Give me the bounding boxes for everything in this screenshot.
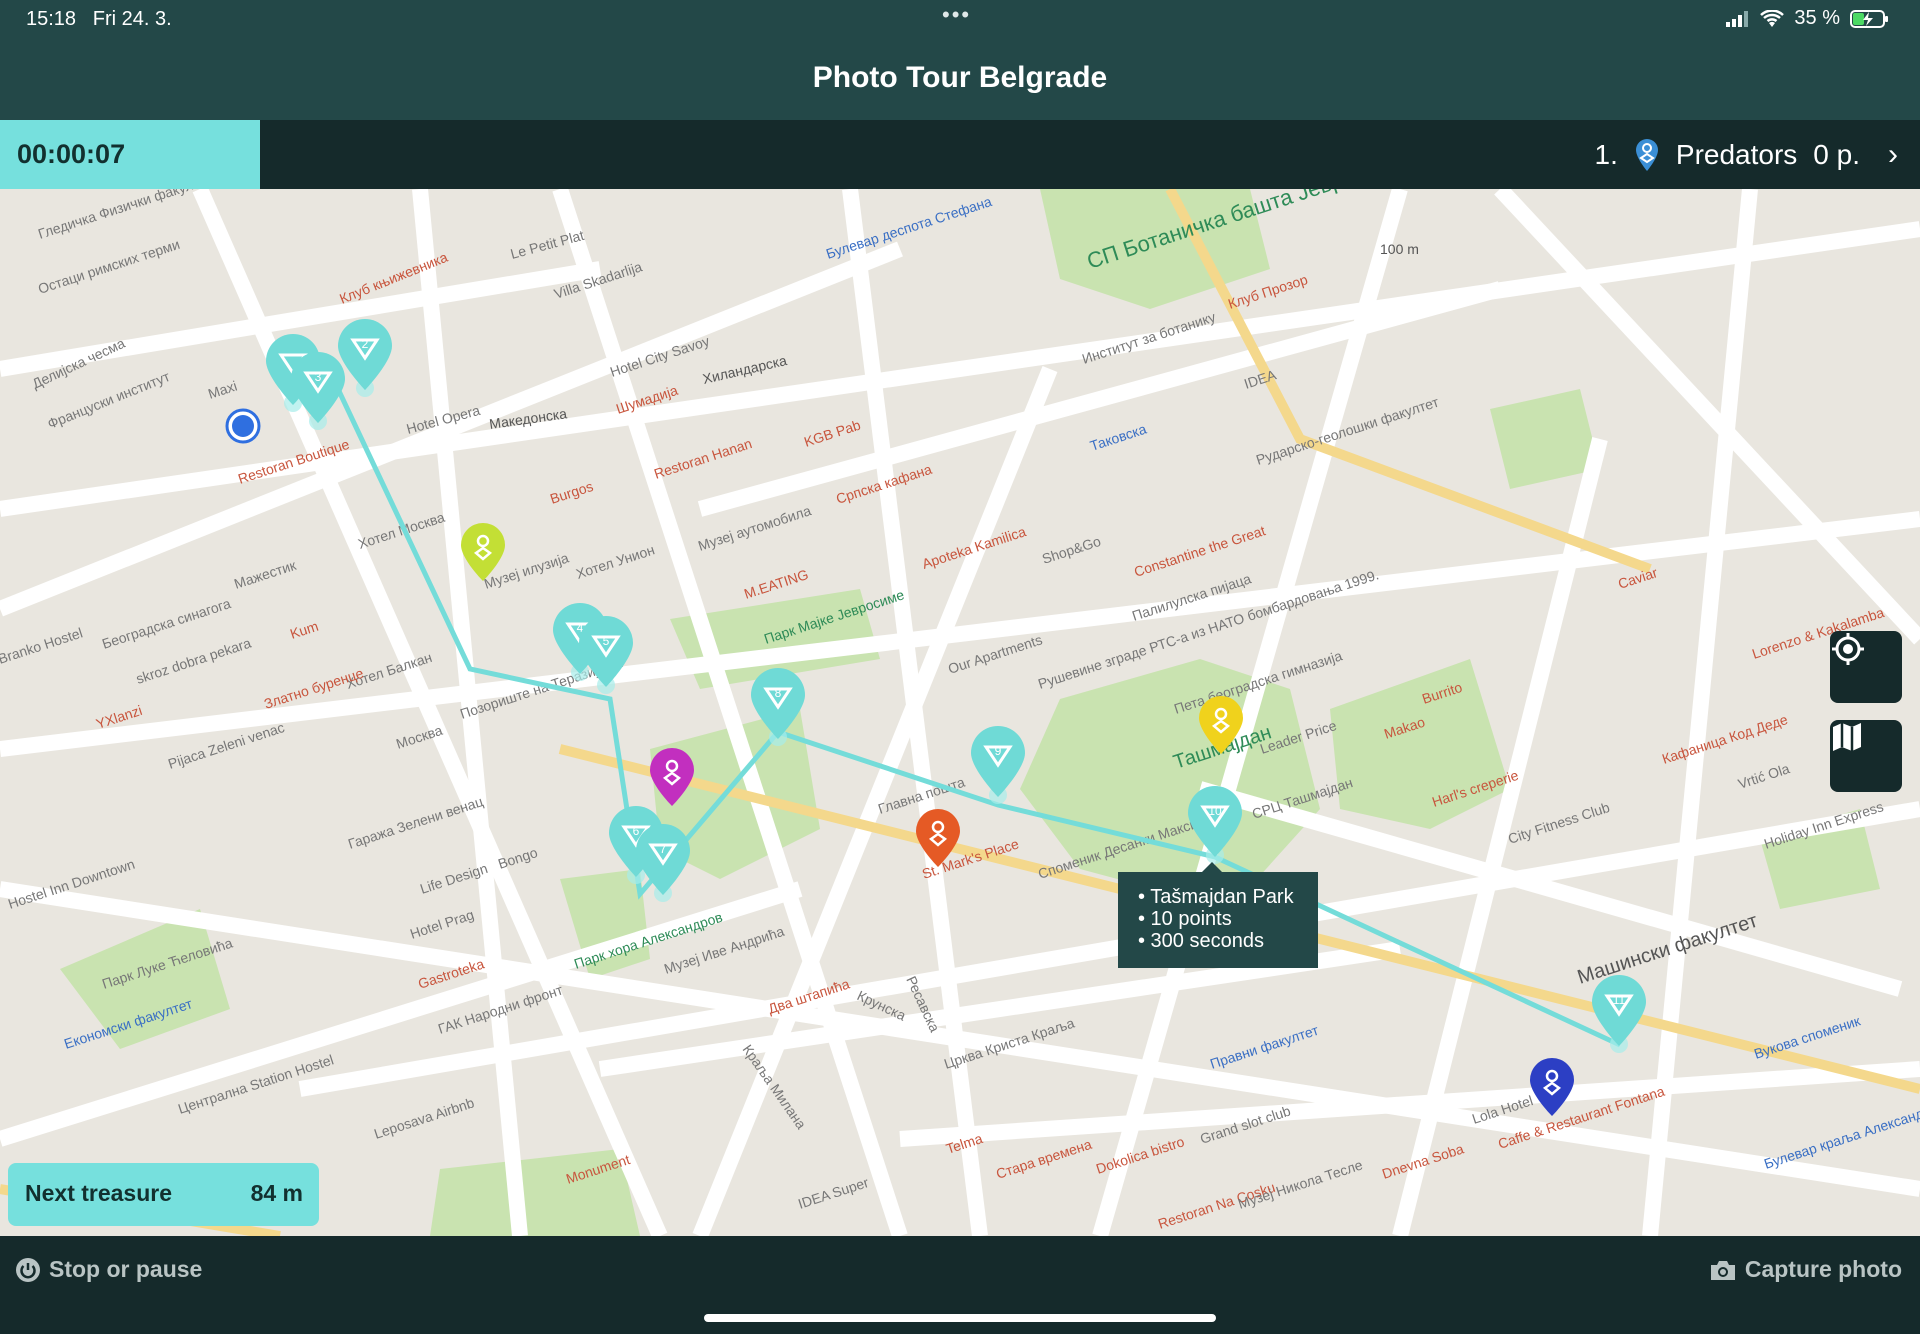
multitask-dots[interactable]: •••: [942, 2, 971, 28]
map-label: Кафаница Код Деде: [1660, 711, 1790, 767]
map-mode-button[interactable]: [1830, 720, 1902, 792]
map-label: Хотел Москва: [356, 509, 447, 552]
tooltip-title: • Tašmajdan Park: [1138, 886, 1294, 908]
map-label: Shop&Go: [1040, 533, 1103, 567]
treasure-number: 10: [1208, 804, 1222, 818]
map-label: Мажестик: [232, 557, 299, 592]
treasure-number: 8: [775, 686, 782, 700]
treasure-number: 6: [633, 824, 640, 838]
map-label: Vrtić Ola: [1736, 760, 1792, 792]
team-rank: 1.: [1594, 138, 1618, 170]
next-treasure-label: Next treasure: [25, 1180, 173, 1206]
map-label: Гаража Зелени венац: [346, 793, 485, 852]
locate-button[interactable]: [1830, 631, 1902, 703]
elapsed-timer: 00:00:07: [0, 120, 260, 189]
status-right: 35 %: [1726, 7, 1890, 30]
map-label: Гледичка Физички факултет: [36, 189, 215, 242]
map-label: M.EATING: [742, 566, 810, 602]
treasure-tooltip: • Tašmajdan Park • 10 points • 300 secon…: [1118, 862, 1318, 968]
map-label: Kum: [288, 618, 320, 642]
map-label: Restoran Hanan: [652, 435, 754, 482]
map-label: Leposava Airbnb: [372, 1094, 476, 1142]
map-label: Стара времена: [994, 1136, 1094, 1182]
map-label: Остаци римских терми: [36, 236, 182, 297]
stop-pause-label: Stop or pause: [49, 1256, 203, 1282]
page-title: Photo Tour Belgrade: [812, 61, 1108, 94]
battery-percent: 35 %: [1794, 7, 1840, 29]
treasure-number: 3: [315, 370, 322, 384]
signal-icon: [1726, 10, 1749, 27]
wifi-icon: [1760, 9, 1785, 27]
map-label: skroz dobra pekara: [134, 635, 253, 687]
map-label: Branko Hostel: [0, 624, 85, 666]
map-scale: 100 m: [1380, 241, 1419, 257]
team-name: Predators: [1675, 138, 1798, 170]
map-label: KGB Pab: [802, 417, 863, 450]
map-label: Хотел Унион: [574, 541, 657, 581]
map-label: Таковска: [1088, 421, 1149, 454]
map-label: Hotel Prag: [408, 906, 476, 942]
team-points: 0 p.: [1813, 138, 1860, 170]
next-treasure-panel: Next treasure 84 m: [8, 1163, 319, 1226]
treasure-marker-1[interactable]: 11: [1592, 975, 1646, 1053]
title-bar: Photo Tour Belgrade: [0, 40, 1920, 120]
status-time-date: 15:18 Fri 24. 3.: [26, 8, 172, 30]
status-bar: 15:18 Fri 24. 3. ••• 35 %: [0, 0, 1920, 40]
park-east: [1330, 659, 1510, 829]
treasure-number: 7: [660, 842, 667, 856]
map-icon: [1833, 723, 1861, 751]
power-icon: [16, 1257, 40, 1282]
map-canvas[interactable]: Гледичка Физички факултет Остаци римских…: [0, 189, 1920, 1236]
map-label: Life Design: [418, 860, 490, 897]
treasure-number: 9: [995, 744, 1002, 758]
stop-pause-button[interactable]: Stop or pause: [15, 1256, 202, 1283]
map-label: Вукова споменик: [1752, 1012, 1863, 1062]
map-label: Bongo: [496, 844, 540, 872]
battery-charging-icon: [1850, 9, 1888, 28]
treasure-marker-2[interactable]: 2: [338, 319, 392, 397]
crosshair-icon: [1832, 633, 1864, 665]
tooltip-time: • 300 seconds: [1138, 930, 1264, 952]
map-label: City Fitness Club: [1506, 799, 1612, 847]
map-label: Булевар краља Александра: [1762, 1100, 1920, 1172]
capture-photo-button[interactable]: Capture photo: [1709, 1256, 1902, 1283]
treasure-marker-9[interactable]: 9: [971, 726, 1025, 804]
next-treasure-distance: 84 m: [250, 1180, 303, 1206]
map-label: Београдска синагога: [100, 595, 233, 652]
info-bar: 00:00:07 1. Predators 0 p. ›: [0, 120, 1920, 189]
treasure-number: 11: [1613, 993, 1626, 1007]
map-label: Правни факултет: [1208, 1022, 1321, 1072]
treasure-number: 2: [362, 337, 369, 351]
map-label: IDEA Super: [796, 1174, 871, 1212]
map-label: Dokolica bistro: [1094, 1133, 1186, 1177]
map-label: Хиландарска: [701, 352, 788, 387]
camera-icon: [1710, 1260, 1735, 1280]
treasure-number: 5: [603, 634, 610, 648]
bottom-bar: Stop or pause Capture photo: [0, 1236, 1920, 1334]
map-label: Maxi: [206, 378, 239, 402]
map-label: Burgos: [548, 478, 595, 507]
team-score[interactable]: 1. Predators 0 p. ›: [1595, 120, 1898, 189]
chevron-right-icon[interactable]: ›: [1888, 138, 1898, 172]
team-pin-icon: [1635, 138, 1658, 171]
map-view[interactable]: Гледичка Физички факултет Остаци римских…: [0, 189, 1920, 1236]
user-location-dot: [232, 415, 254, 437]
capture-photo-label: Capture photo: [1744, 1256, 1902, 1282]
home-indicator[interactable]: [704, 1314, 1216, 1322]
tooltip-points: • 10 points: [1138, 908, 1232, 930]
player-marker-blue[interactable]: [1530, 1058, 1574, 1116]
